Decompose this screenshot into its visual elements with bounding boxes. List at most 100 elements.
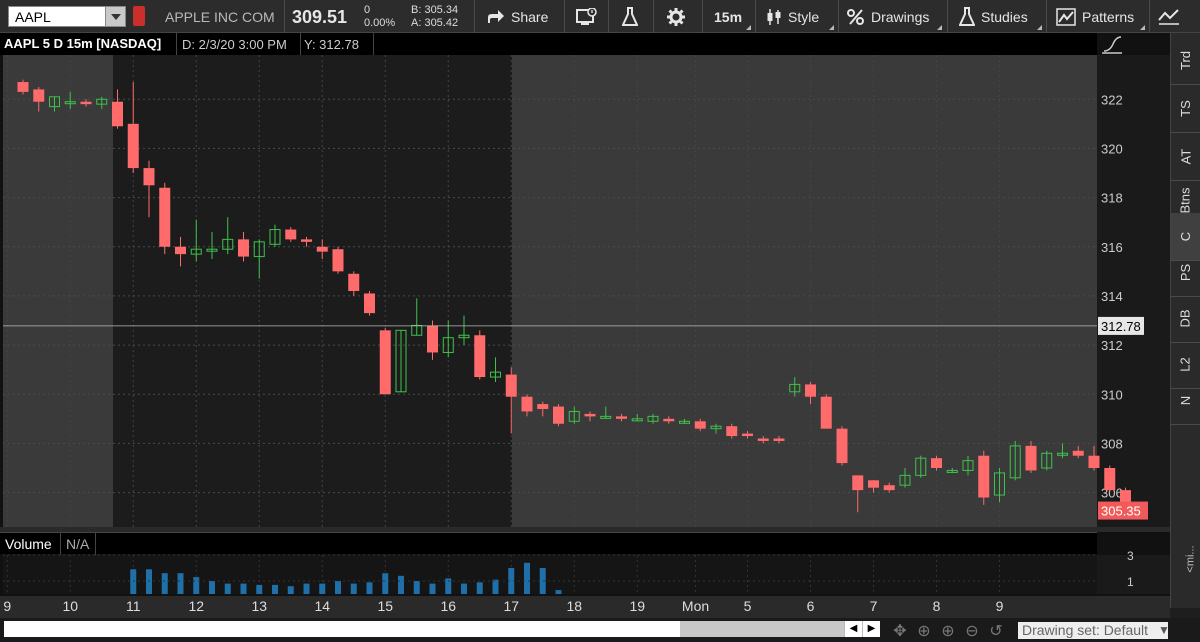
volume-bar: [350, 583, 357, 594]
time-tick-label: 13: [251, 598, 267, 614]
time-tick-label: 17: [503, 598, 519, 614]
candle-body: [17, 82, 29, 92]
candle-body: [836, 428, 848, 464]
candle-body: [931, 458, 942, 468]
candle-down: [978, 450, 990, 505]
chevron-down-icon[interactable]: ▼: [1158, 623, 1170, 637]
tab-n[interactable]: N: [1171, 377, 1200, 425]
candle-body: [1072, 450, 1084, 456]
candle-body: [332, 249, 344, 272]
candle-body: [175, 246, 186, 255]
zoom-out-icon[interactable]: ⊖: [962, 621, 982, 641]
volume-header: Volume N/A: [0, 532, 1097, 555]
volume-bar: [161, 573, 168, 594]
tab-label: L2: [1178, 357, 1193, 372]
tab-db[interactable]: DB: [1171, 295, 1200, 343]
volume-tick-label: 3: [1127, 549, 1134, 563]
volume-bar: [413, 581, 420, 594]
time-tick-label: 9: [996, 598, 1004, 614]
volume-bar: [256, 584, 263, 594]
crosshair-icon[interactable]: ⊕: [914, 621, 934, 641]
candle-body: [80, 101, 92, 105]
candle-body: [301, 239, 312, 242]
candle-body: [521, 396, 533, 412]
volume-bar: [461, 583, 467, 594]
price-tick-label: 316: [1101, 240, 1123, 255]
volume-bar: [146, 569, 152, 594]
candle-down: [159, 182, 171, 255]
candle-body: [285, 229, 297, 240]
volume-value: N/A: [66, 536, 90, 552]
candle-down: [836, 426, 848, 466]
market-session-background: [113, 55, 512, 527]
zoom-reset-icon[interactable]: ↺: [986, 621, 1006, 641]
candle-body: [726, 426, 738, 437]
candle-down: [364, 291, 375, 316]
candle-body: [553, 406, 564, 424]
tab-label: TS: [1178, 100, 1193, 117]
candle-body: [584, 413, 596, 417]
drawing-set-selector[interactable]: Drawing set: Default: [1018, 622, 1168, 639]
candle-body: [883, 485, 895, 491]
volume-bar: [398, 575, 404, 594]
scrollbar-thumb[interactable]: [680, 621, 845, 637]
pre-session-background: [3, 55, 113, 527]
tab-label: C: [1177, 231, 1193, 242]
candle-body: [505, 374, 517, 397]
chart-header: AAPL 5 D 15m [NASDAQ] D: 2/3/20 3:00 PM …: [0, 33, 1097, 55]
volume-bar: [177, 573, 184, 594]
candle-body: [537, 404, 549, 409]
tab-label: Btns: [1177, 187, 1193, 214]
tab-label: N: [1177, 395, 1193, 406]
candle-body: [427, 325, 438, 353]
tab-label: PS: [1178, 263, 1193, 282]
price-tick-label: 322: [1101, 92, 1123, 107]
time-tick-label: 14: [314, 598, 330, 614]
date-readout: D: 2/3/20 3:00 PM: [182, 37, 287, 52]
time-tick-label: 5: [744, 598, 752, 614]
thinkorswim-chart-window: AAPL APPLE INC COM 309.51 0 0.00% B: 305…: [0, 0, 1200, 642]
candle-body: [112, 101, 123, 127]
volume-tick-label: 1: [1127, 575, 1134, 589]
candle-down: [1104, 465, 1116, 493]
candle-body: [868, 480, 879, 488]
candle-body: [742, 433, 753, 437]
candle-body: [143, 168, 155, 186]
candle-body: [820, 396, 832, 429]
price-tick-label: 308: [1101, 436, 1123, 451]
candle-body: [616, 416, 627, 419]
candle-body: [379, 330, 391, 395]
time-tick-label: 15: [377, 598, 393, 614]
pan-hand-icon[interactable]: ✥: [890, 621, 910, 641]
time-tick-label: Mon: [682, 598, 709, 614]
time-tick-label: 19: [629, 598, 645, 614]
time-tick-label: 7: [870, 598, 878, 614]
time-tick-label: 11: [126, 598, 141, 614]
candle-body: [348, 273, 360, 291]
volume-bar: [193, 577, 200, 594]
price-chart[interactable]: 3063083103123143163183203228910111213141…: [0, 0, 1170, 618]
scroll-left-arrow[interactable]: ◀: [844, 621, 862, 637]
volume-bar: [492, 579, 499, 594]
volume-bar: [287, 586, 294, 594]
volume-label: Volume: [5, 536, 52, 552]
candle-body: [773, 438, 785, 441]
candle-body: [127, 123, 139, 169]
zoom-controls: ✥ ⊕ ⊕ ⊖ ↺: [890, 621, 1006, 641]
candle-body: [238, 239, 249, 257]
tab-ts[interactable]: TS: [1171, 85, 1200, 133]
time-tick-label: 9: [3, 598, 11, 614]
tab-label: AT: [1178, 148, 1193, 165]
candle-body: [852, 475, 864, 491]
price-tick-label: 312: [1101, 338, 1123, 353]
zoom-in-icon[interactable]: ⊕: [938, 621, 958, 641]
y-readout: Y: 312.78: [304, 37, 359, 52]
candle-body: [33, 89, 45, 102]
tab-trd[interactable]: Trd: [1171, 37, 1200, 85]
time-axis-background: [0, 596, 1170, 618]
tab-ps[interactable]: PS: [1171, 249, 1200, 297]
candle-body: [1025, 445, 1037, 471]
scroll-right-arrow[interactable]: ▶: [862, 621, 880, 637]
time-tick-label: 8: [933, 598, 941, 614]
candle-body: [978, 455, 990, 498]
